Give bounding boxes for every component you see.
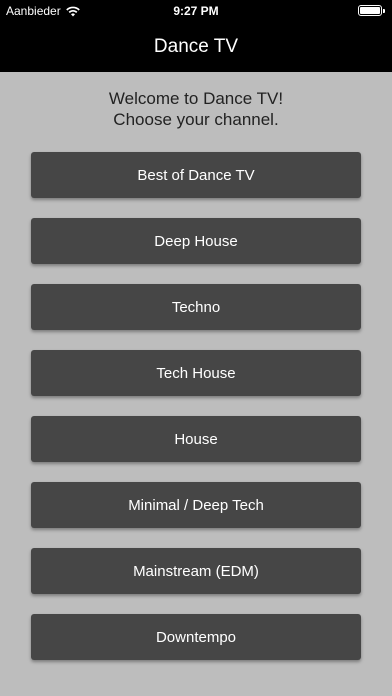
channel-button-mainstream-edm[interactable]: Mainstream (EDM) bbox=[31, 548, 361, 594]
channel-button-best-of-dance-tv[interactable]: Best of Dance TV bbox=[31, 152, 361, 198]
welcome-message: Welcome to Dance TV! Choose your channel… bbox=[0, 88, 392, 130]
status-time: 9:27 PM bbox=[173, 4, 219, 18]
channel-list: Best of Dance TV Deep House Techno Tech … bbox=[31, 152, 361, 680]
battery-icon bbox=[358, 5, 385, 16]
welcome-line-1: Welcome to Dance TV! bbox=[108, 89, 284, 108]
channel-button-downtempo[interactable]: Downtempo bbox=[31, 614, 361, 660]
battery-level bbox=[360, 7, 380, 14]
channel-button-house[interactable]: House bbox=[31, 416, 361, 462]
channel-button-deep-house[interactable]: Deep House bbox=[31, 218, 361, 264]
status-bar: Aanbieder 9:27 PM bbox=[0, 0, 392, 22]
channel-button-minimal-deep-tech[interactable]: Minimal / Deep Tech bbox=[31, 482, 361, 528]
channel-button-techno[interactable]: Techno bbox=[31, 284, 361, 330]
page-title: Dance TV bbox=[153, 36, 239, 57]
welcome-line-2: Choose your channel. bbox=[113, 110, 279, 129]
channel-button-tech-house[interactable]: Tech House bbox=[31, 350, 361, 396]
app-header: Aanbieder 9:27 PM Dance TV bbox=[0, 0, 392, 72]
